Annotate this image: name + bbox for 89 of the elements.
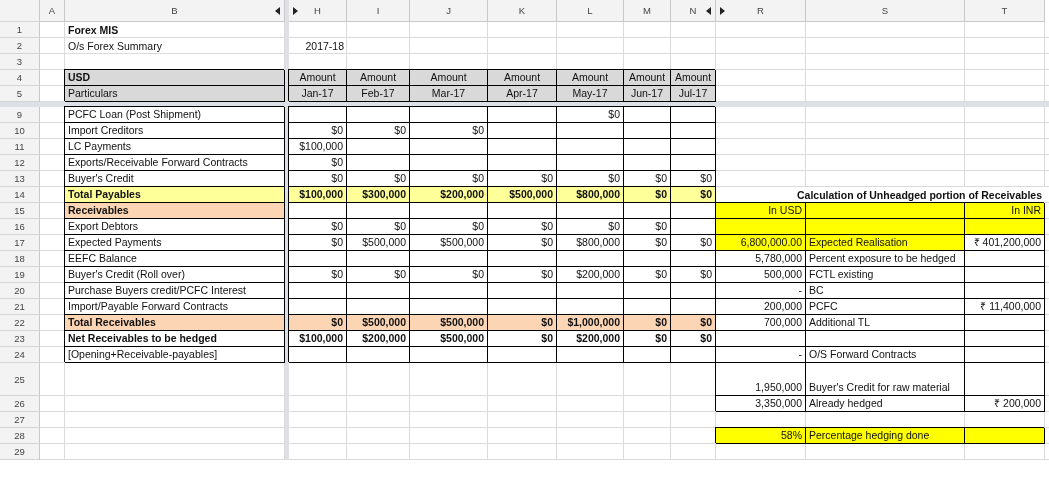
table-cell: Already hedged bbox=[806, 396, 965, 412]
table-cell: In INR bbox=[965, 203, 1045, 219]
table-cell: Jun-17 bbox=[624, 86, 671, 102]
table-cell: Particulars bbox=[65, 86, 285, 102]
table-cell: ₹ 200,000 bbox=[965, 396, 1045, 412]
table-cell: Amount bbox=[557, 70, 624, 86]
row-number: 19 bbox=[0, 267, 40, 283]
table-cell: Apr-17 bbox=[488, 86, 557, 102]
table-cell-text: 2017-18 bbox=[304, 39, 345, 54]
row-number: 4 bbox=[0, 70, 40, 86]
table-cell: $500,000 bbox=[410, 315, 488, 331]
row-number: 25 bbox=[0, 363, 40, 396]
table-cell: Amount bbox=[289, 70, 347, 86]
table-cell: $0 bbox=[624, 187, 671, 203]
row-number: 1 bbox=[0, 22, 40, 38]
row-number: 17 bbox=[0, 235, 40, 251]
row-number: 3 bbox=[0, 54, 40, 70]
table-cell: [Opening+Receivable-payables] bbox=[65, 347, 285, 363]
table-cell: $0 bbox=[671, 315, 716, 331]
hidden-columns-icon[interactable] bbox=[720, 7, 725, 15]
table-cell: $0 bbox=[624, 315, 671, 331]
column-header: K bbox=[488, 0, 557, 22]
table-cell: May-17 bbox=[557, 86, 624, 102]
table-cell: Amount bbox=[488, 70, 557, 86]
table-cell: Jul-17 bbox=[671, 86, 716, 102]
table-cell: Amount bbox=[671, 70, 716, 86]
row-number: 29 bbox=[0, 444, 40, 460]
column-header: L bbox=[557, 0, 624, 22]
table-cell-text: O/s Forex Summary bbox=[67, 39, 163, 54]
column-header: T bbox=[965, 0, 1045, 22]
table-cell: $500,000 bbox=[347, 315, 410, 331]
freeze-pane-bar[interactable] bbox=[0, 102, 1049, 107]
table-cell: $1,000,000 bbox=[557, 315, 624, 331]
row-number: 15 bbox=[0, 203, 40, 219]
row-number: 11 bbox=[0, 139, 40, 155]
column-header: J bbox=[410, 0, 488, 22]
hidden-columns-icon[interactable] bbox=[706, 7, 711, 15]
row-number: 27 bbox=[0, 412, 40, 428]
row-number: 2 bbox=[0, 38, 40, 54]
table-cell: Feb-17 bbox=[347, 86, 410, 102]
table-cell: Amount bbox=[410, 70, 488, 86]
table-cell: $100,000 bbox=[289, 187, 347, 203]
table-cell: $800,000 bbox=[557, 187, 624, 203]
table-cell: 6,800,000.00 bbox=[716, 235, 806, 251]
row-number: 16 bbox=[0, 219, 40, 235]
table-cell: 3,350,000 bbox=[716, 396, 806, 412]
column-header: A bbox=[40, 0, 65, 22]
row-number: 24 bbox=[0, 347, 40, 363]
column-header: I bbox=[347, 0, 410, 22]
table-cell-text: Forex MIS bbox=[67, 23, 120, 38]
table-cell: Amount bbox=[347, 70, 410, 86]
row-number: 5 bbox=[0, 86, 40, 102]
hidden-columns-icon[interactable] bbox=[293, 7, 298, 15]
table-cell: Jan-17 bbox=[289, 86, 347, 102]
column-header: S bbox=[806, 0, 965, 22]
table-cell: $500,000 bbox=[488, 187, 557, 203]
table-cell: Percentage hedging done bbox=[806, 428, 965, 444]
row-number: 21 bbox=[0, 299, 40, 315]
table-cell: Mar-17 bbox=[410, 86, 488, 102]
column-header: M bbox=[624, 0, 671, 22]
table-cell: $300,000 bbox=[347, 187, 410, 203]
row-number: 22 bbox=[0, 315, 40, 331]
row-number: 14 bbox=[0, 187, 40, 203]
column-header: H bbox=[289, 0, 347, 22]
row-number: 9 bbox=[0, 107, 40, 123]
hidden-columns-icon[interactable] bbox=[275, 7, 280, 15]
table-cell: Receivables bbox=[65, 203, 285, 219]
column-header: B bbox=[65, 0, 285, 22]
table-cell: $0 bbox=[488, 315, 557, 331]
table-cell: $0 bbox=[289, 315, 347, 331]
row-number: 13 bbox=[0, 171, 40, 187]
table-cell: Total Receivables bbox=[65, 315, 285, 331]
table-cell: In USD bbox=[716, 203, 806, 219]
column-header: R bbox=[716, 0, 806, 22]
row-number: 28 bbox=[0, 428, 40, 444]
row-number: 26 bbox=[0, 396, 40, 412]
row-number: 18 bbox=[0, 251, 40, 267]
table-cell: 58% bbox=[716, 428, 806, 444]
table-cell: $0 bbox=[671, 187, 716, 203]
table-cell: Amount bbox=[624, 70, 671, 86]
table-cell: USD bbox=[65, 70, 285, 86]
row-number: 20 bbox=[0, 283, 40, 299]
row-number: 23 bbox=[0, 331, 40, 347]
row-number: 12 bbox=[0, 155, 40, 171]
table-cell: Total Payables bbox=[65, 187, 285, 203]
row-number: 10 bbox=[0, 123, 40, 139]
column-header: N bbox=[671, 0, 716, 22]
table-cell: Expected Realisation bbox=[806, 235, 965, 251]
table-cell: $200,000 bbox=[410, 187, 488, 203]
